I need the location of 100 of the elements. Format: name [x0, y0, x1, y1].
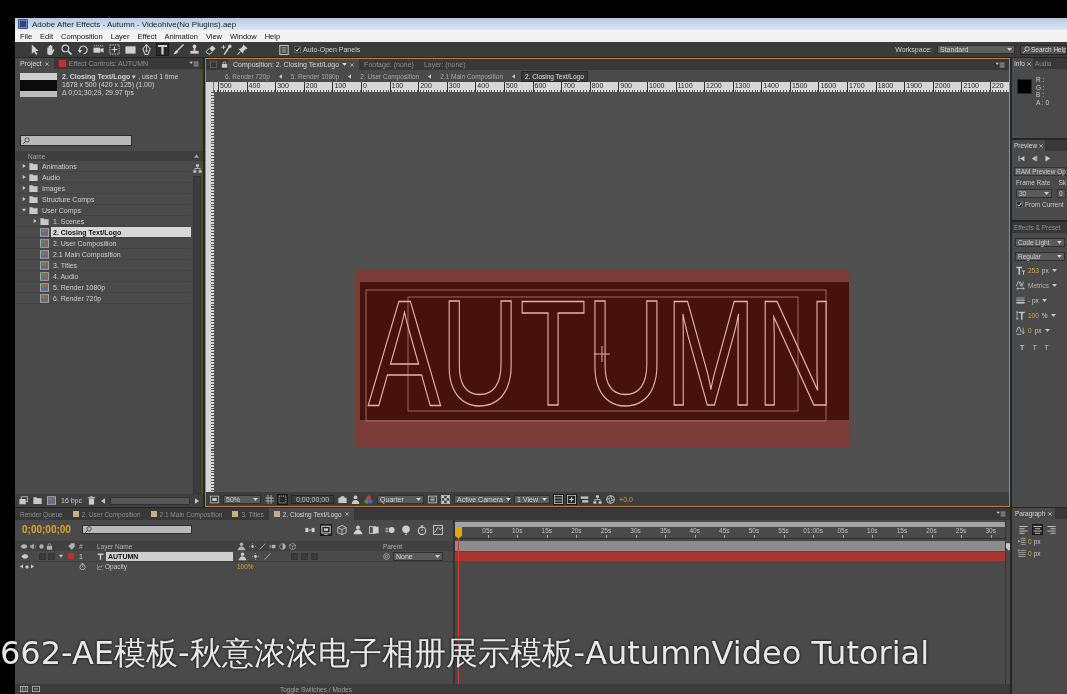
collapse-switch[interactable]: [251, 552, 260, 560]
keyframe-diamond-icon[interactable]: [25, 564, 29, 569]
quality-switch[interactable]: [263, 552, 272, 560]
move-cross-icon[interactable]: [109, 44, 120, 55]
align-left-icon[interactable]: [1019, 525, 1028, 534]
document-lines-icon[interactable]: [279, 44, 289, 55]
concentric-circles-icon[interactable]: [383, 552, 390, 560]
grid-icon[interactable]: [265, 494, 274, 504]
motion-blur-icon[interactable]: [385, 524, 395, 535]
panel-menu-icon[interactable]: [996, 511, 1006, 517]
scroll-left-icon[interactable]: [101, 497, 106, 504]
close-icon[interactable]: [350, 62, 355, 67]
previous-keyframe-icon[interactable]: [20, 564, 23, 569]
curve-graph-icon[interactable]: [433, 524, 443, 535]
arrow-cursor-icon[interactable]: [29, 44, 40, 55]
person-icon[interactable]: [351, 494, 361, 504]
stacked-frames-icon[interactable]: [19, 496, 28, 505]
align-center-icon[interactable]: [1033, 525, 1042, 534]
close-icon[interactable]: [44, 61, 49, 66]
trash-icon[interactable]: [87, 496, 97, 505]
caret-icon[interactable]: [342, 63, 348, 66]
text-tool-icon[interactable]: [157, 44, 168, 55]
disclosure-triangle-icon[interactable]: [22, 197, 26, 201]
dotted-square-icon[interactable]: [210, 61, 217, 68]
balloon-icon[interactable]: [401, 524, 411, 535]
stamp-icon[interactable]: [189, 44, 200, 55]
shy-switch[interactable]: [237, 552, 248, 560]
sort-arrow-icon[interactable]: [194, 154, 199, 158]
caret-icon[interactable]: [1051, 283, 1057, 287]
search-icon: [23, 137, 30, 144]
speaker-icon[interactable]: [30, 542, 37, 550]
camera-icon[interactable]: [338, 494, 348, 504]
close-icon[interactable]: [1026, 61, 1031, 66]
graph-icon[interactable]: [97, 563, 103, 570]
horizontal-scrollbar[interactable]: [110, 496, 190, 505]
align-right-icon[interactable]: [1047, 525, 1056, 534]
lock-icon[interactable]: [46, 542, 53, 550]
caret-icon[interactable]: [1050, 313, 1056, 317]
close-icon[interactable]: [344, 512, 349, 516]
play-icon[interactable]: [1044, 155, 1051, 162]
stopwatch-icon[interactable]: [79, 563, 86, 570]
rows-box-icon[interactable]: [554, 494, 564, 504]
disclosure-triangle-icon[interactable]: [22, 186, 26, 190]
disclosure-triangle-icon[interactable]: [22, 208, 26, 212]
minus-box-icon[interactable]: [32, 685, 40, 693]
caret-icon[interactable]: [1044, 328, 1050, 332]
magnifier-icon[interactable]: [61, 44, 72, 55]
label-color-icon[interactable]: [68, 553, 74, 559]
lock-icon[interactable]: [221, 61, 228, 68]
caret-icon: [253, 497, 258, 501]
flowchart-icon[interactable]: [192, 164, 202, 173]
panel-menu-icon[interactable]: [995, 61, 1005, 68]
disclosure-triangle-icon[interactable]: [59, 554, 63, 558]
previous-frame-icon[interactable]: [1031, 155, 1038, 162]
stopwatch-icon[interactable]: [417, 524, 427, 535]
flowchart-icon[interactable]: [593, 494, 603, 504]
eraser-icon[interactable]: [205, 44, 216, 55]
dashed-square-icon[interactable]: [278, 494, 287, 504]
panel-menu-icon[interactable]: [189, 60, 199, 67]
hand-icon[interactable]: [45, 44, 56, 55]
folder-icon[interactable]: [33, 496, 42, 505]
plus-square-icon[interactable]: [567, 494, 577, 504]
dot-icon[interactable]: [39, 543, 44, 549]
pushpin-icon[interactable]: [237, 44, 248, 55]
rotate-arrow-icon[interactable]: [77, 44, 88, 55]
overlapping-frames-icon[interactable]: [369, 524, 379, 535]
caret-icon: [435, 554, 440, 558]
brush-plus-icon[interactable]: [221, 44, 232, 55]
timeline-search-field[interactable]: [82, 525, 192, 534]
scroll-right-icon[interactable]: [195, 497, 199, 504]
timeline-bars-icon[interactable]: [580, 494, 590, 504]
cube-icon[interactable]: [337, 524, 347, 535]
brush-icon[interactable]: [173, 44, 184, 55]
video-camera-icon[interactable]: [93, 44, 104, 55]
lines-box-icon[interactable]: [428, 494, 438, 504]
columns-box-icon[interactable]: [20, 685, 28, 693]
current-time-display[interactable]: 0;00;00;00: [22, 524, 76, 535]
label-tag-icon[interactable]: [67, 542, 75, 550]
disclosure-triangle-icon[interactable]: [22, 175, 26, 179]
screen-frame-icon[interactable]: [210, 494, 219, 504]
crosshair-icon: [593, 345, 611, 363]
caret-icon: [506, 497, 511, 501]
disclosure-triangle-icon[interactable]: [33, 219, 37, 223]
person-bust-icon[interactable]: [353, 524, 363, 535]
aperture-icon[interactable]: [606, 494, 616, 504]
disclosure-triangle-icon[interactable]: [22, 164, 26, 168]
checkerboard-icon[interactable]: [441, 494, 451, 504]
first-frame-icon[interactable]: [1018, 155, 1025, 162]
project-search-field[interactable]: [20, 135, 132, 146]
screen-icon[interactable]: [321, 524, 331, 535]
pen-nib-icon[interactable]: [141, 44, 152, 55]
canvas-text[interactable]: AUTUMN: [368, 270, 836, 437]
video-switch[interactable]: [20, 552, 30, 560]
rectangle-icon[interactable]: [125, 44, 136, 55]
caret-icon[interactable]: [1051, 268, 1057, 272]
caret-icon[interactable]: [1041, 298, 1047, 302]
close-icon[interactable]: [1048, 511, 1053, 516]
color-channels-icon[interactable]: [364, 494, 374, 504]
close-icon[interactable]: [1039, 143, 1044, 148]
next-keyframe-icon[interactable]: [31, 564, 34, 569]
